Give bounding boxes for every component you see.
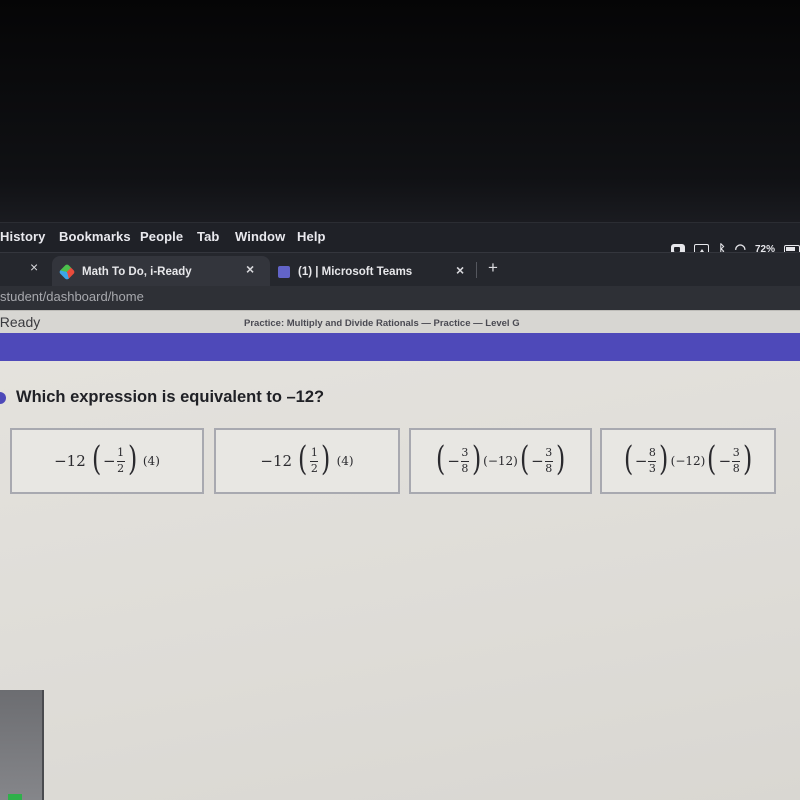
close-tab-button[interactable]: × [30,259,38,275]
progress-banner [0,333,800,361]
fraction: 83 [648,446,657,475]
left-paren: ( [707,439,717,479]
numerator: 8 [648,446,656,460]
numerator: 3 [545,446,553,460]
denominator: 8 [732,461,740,475]
answer-choice-b[interactable]: −12 ( 12 ) (4) [214,428,400,494]
answer-choice-a[interactable]: −12 ( − 12 ) (4) [10,428,204,494]
denominator: 2 [117,461,125,475]
fraction: 12 [310,446,319,475]
right-paren: ) [471,439,482,479]
sign: − [531,452,544,470]
right-paren: ) [743,439,753,479]
tab-math-to-do[interactable]: Math To Do, i-Ready × [52,256,270,287]
tab-label: (1) | Microsoft Teams [298,265,413,278]
sign: − [447,452,460,470]
denominator: 2 [310,461,318,475]
denominator: 3 [648,461,656,475]
tab-label: Math To Do, i-Ready [82,265,192,278]
iready-header: i-Ready Practice: Multiply and Divide Ra… [0,310,800,334]
numerator: 3 [461,446,469,460]
fraction: 38 [544,446,553,475]
right-paren: ) [321,439,331,479]
browser-tab-bar: × Math To Do, i-Ready × (1) | Microsoft … [0,252,800,287]
numerator: 1 [310,446,318,460]
status-indicator [8,794,22,800]
fraction: 38 [732,446,741,475]
term: (−12) [670,454,706,468]
right-paren: ) [127,439,137,479]
numerator: 3 [732,446,740,460]
tab-microsoft-teams[interactable]: (1) | Microsoft Teams × [272,256,480,287]
screen: History Bookmarks People Tab Window Help… [0,0,800,800]
sign: − [718,452,732,470]
term: (4) [142,454,160,468]
new-tab-button[interactable]: + [488,258,498,278]
fraction: 12 [116,446,125,475]
left-paren: ( [91,439,102,479]
left-paren: ( [298,439,308,479]
menu-tab[interactable]: Tab [197,229,219,244]
menu-help[interactable]: Help [297,229,326,244]
right-paren: ) [659,439,669,479]
left-paren: ( [519,439,530,479]
monitor-bezel [0,0,800,222]
close-tab-button[interactable]: × [246,261,254,277]
sign: − [634,452,648,470]
menu-people[interactable]: People [140,229,183,244]
menu-window[interactable]: Window [235,229,285,244]
teams-icon [278,265,290,278]
answer-choice-d[interactable]: ( − 83 ) (−12) ( − 38 ) [600,428,776,494]
lesson-breadcrumb: Practice: Multiply and Divide Rationals … [244,318,520,329]
close-tab-button[interactable]: × [456,262,464,278]
tab-divider [476,262,477,278]
tool-panel-edge [0,690,44,800]
menu-bookmarks[interactable]: Bookmarks [59,229,131,244]
term: −12 [54,452,86,470]
numerator: 1 [117,446,125,460]
menu-history[interactable]: History [0,229,46,244]
right-paren: ) [555,439,565,479]
term: (−12) [483,454,518,468]
iready-logo[interactable]: i-Ready [0,314,40,330]
fraction: 38 [460,446,469,475]
left-paren: ( [436,439,446,479]
address-bar[interactable]: student/dashboard/home [0,286,800,310]
answer-choice-c[interactable]: ( − 38 ) (−12) ( − 38 ) [409,428,592,494]
question-text: Which expression is equivalent to –12? [16,388,325,406]
iready-cube-icon [58,263,76,280]
url-text[interactable]: student/dashboard/home [0,289,144,304]
sign: − [103,452,116,470]
left-paren: ( [623,439,633,479]
question-panel [0,361,800,800]
term: −12 [260,452,293,470]
denominator: 8 [461,461,469,475]
denominator: 8 [545,461,553,475]
term: (4) [336,454,354,468]
